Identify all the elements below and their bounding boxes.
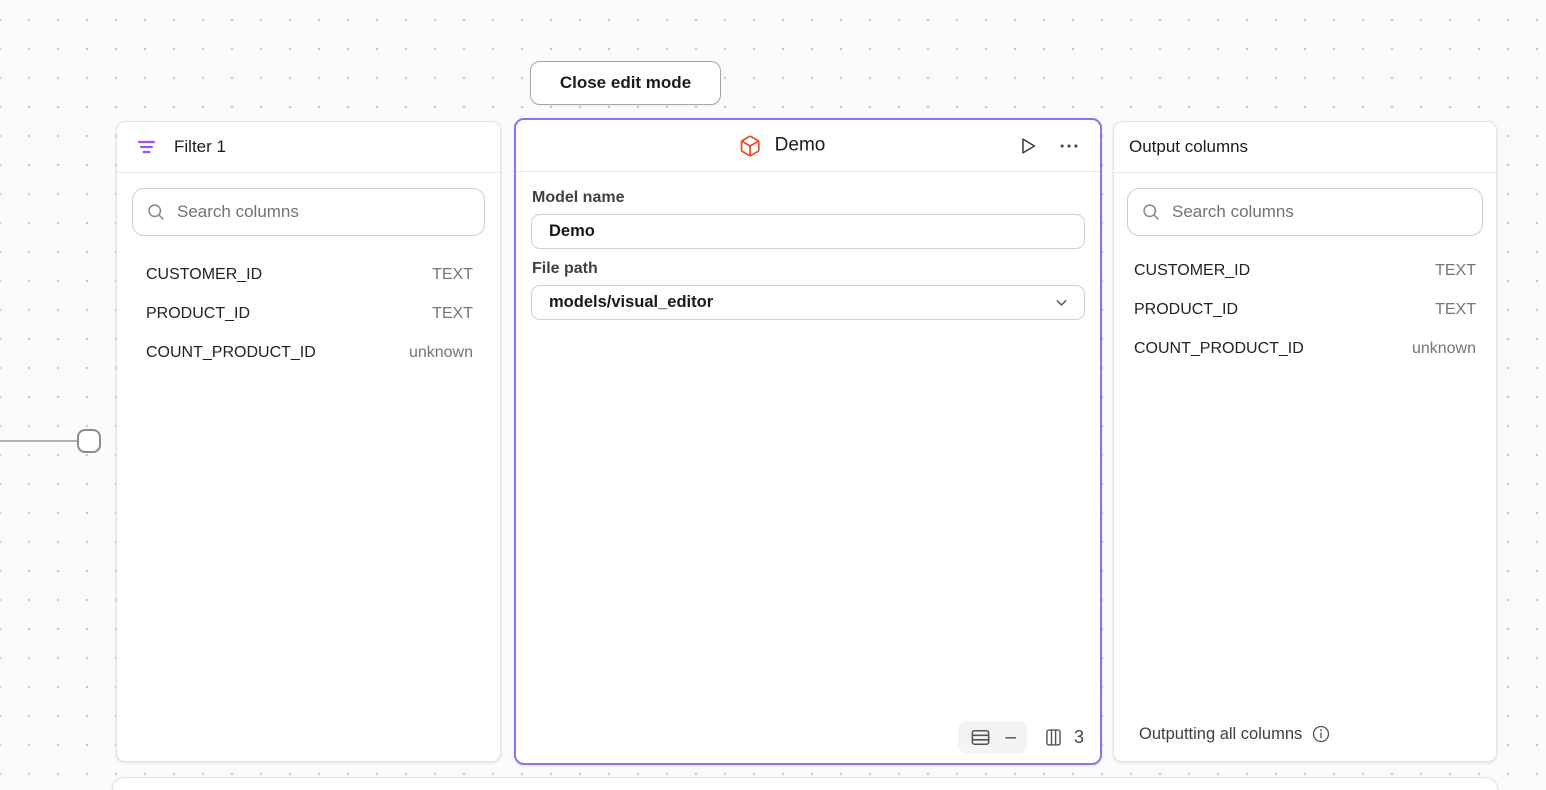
more-options-button[interactable] [1057,134,1081,158]
output-panel-footer: Outputting all columns [1127,715,1483,753]
file-path-label: File path [532,260,1085,278]
model-panel-title: Demo [775,135,826,157]
filter-search-input[interactable] [177,202,471,222]
output-column-list: CUSTOMER_ID TEXT PRODUCT_ID TEXT COUNT_P… [1127,251,1483,368]
search-icon [1141,202,1161,222]
column-count-value: 3 [1074,727,1084,748]
filter-panel-title: Filter 1 [174,137,226,157]
column-type: TEXT [1435,301,1476,319]
column-row[interactable]: COUNT_PRODUCT_ID unknown [1127,329,1483,368]
column-type: TEXT [432,266,473,284]
model-panel-footer: – 3 [958,721,1084,754]
output-footer-text: Outputting all columns [1139,725,1302,744]
bottom-clipped-panel[interactable] [112,777,1498,790]
column-type: TEXT [1435,262,1476,280]
file-path-select[interactable]: models/visual_editor [531,285,1085,320]
search-icon [146,202,166,222]
model-name-label: Model name [532,189,1085,207]
column-name: CUSTOMER_ID [1134,262,1250,280]
file-path-value: models/visual_editor [549,293,713,312]
play-icon [1017,135,1039,157]
column-name: CUSTOMER_ID [146,266,262,284]
filter-search-box[interactable] [132,188,485,236]
run-model-button[interactable] [1016,134,1040,158]
column-name: COUNT_PRODUCT_ID [1134,340,1304,358]
filter-node-panel[interactable]: Filter 1 CUSTOMER_ID TEXT [116,121,501,762]
model-name-input[interactable] [531,214,1085,249]
column-row[interactable]: PRODUCT_ID TEXT [1127,290,1483,329]
column-name: PRODUCT_ID [1134,301,1238,319]
column-type: TEXT [432,305,473,323]
column-name: COUNT_PRODUCT_ID [146,344,316,362]
column-type: unknown [409,344,473,362]
edge-connector-line [0,440,78,442]
output-panel-header: Output columns [1114,122,1496,173]
filter-column-list: CUSTOMER_ID TEXT PRODUCT_ID TEXT COUNT_P… [132,255,485,372]
column-row[interactable]: COUNT_PRODUCT_ID unknown [132,333,485,372]
model-panel-header: Demo [516,120,1100,172]
table-rows-icon [969,726,992,749]
output-panel-title: Output columns [1129,137,1248,157]
edge-connector-handle[interactable] [77,429,101,453]
column-row[interactable]: CUSTOMER_ID TEXT [132,255,485,294]
output-search-input[interactable] [1172,202,1469,222]
output-columns-panel[interactable]: Output columns CUSTOMER_ID TEXT [1113,121,1497,762]
filter-panel-header: Filter 1 [117,122,500,173]
info-icon[interactable] [1311,724,1331,744]
model-node-panel[interactable]: Demo Model name File path [514,118,1102,765]
close-edit-mode-button[interactable]: Close edit mode [530,61,721,105]
filter-icon [136,137,157,157]
model-cube-icon [739,134,762,157]
canvas[interactable]: Close edit mode Filter 1 [0,0,1546,790]
column-name: PRODUCT_ID [146,305,250,323]
output-search-box[interactable] [1127,188,1483,236]
column-type: unknown [1412,340,1476,358]
column-row[interactable]: CUSTOMER_ID TEXT [1127,251,1483,290]
ellipsis-icon [1058,135,1080,157]
table-columns-icon [1043,727,1064,748]
column-row[interactable]: PRODUCT_ID TEXT [132,294,485,333]
row-count-button[interactable]: – [958,721,1027,754]
column-count-button[interactable]: 3 [1043,727,1084,748]
row-count-value: – [1005,728,1016,747]
chevron-down-icon [1053,294,1070,311]
